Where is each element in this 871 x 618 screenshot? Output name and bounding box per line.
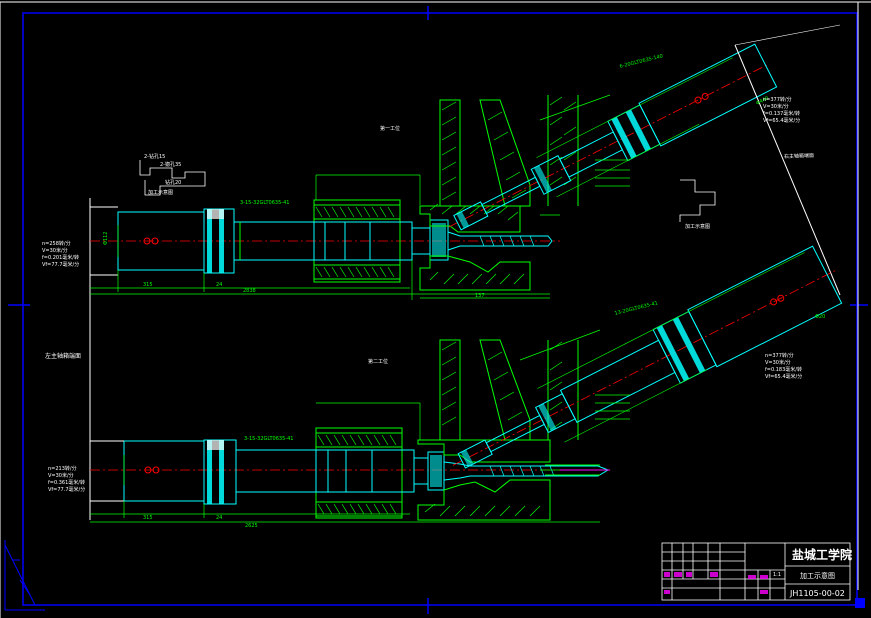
drawing-number: JH1105-00-02	[789, 589, 845, 598]
params-left-bottom-n: n=213转/分	[48, 465, 77, 472]
right-end-face-line	[734, 44, 841, 296]
dim-24-top: 24	[216, 282, 222, 288]
dim-2838: 2838	[243, 288, 256, 294]
params-right-bottom-v: V=30米/分	[765, 359, 791, 366]
spec-left-bottom: 3-15-32GLT0635-41	[244, 436, 293, 442]
op-box-right	[679, 179, 716, 222]
params-left-top-v: V=30米/分	[42, 247, 68, 254]
params-right-top-n: n=377转/分	[763, 96, 792, 103]
left-op-note-3: 钻孔20	[165, 179, 181, 186]
params-right-top-f: f=0.137毫米/转	[763, 110, 800, 117]
drawing-frame	[8, 6, 868, 614]
params-left-top-n: n=258转/分	[42, 240, 71, 247]
params-right-bottom-f: f=0.183毫米/转	[765, 366, 802, 373]
params-left-bottom-vf: Vf=77.7毫米/分	[48, 486, 85, 493]
dim-137: 137	[475, 293, 485, 299]
params-left-bottom-v: V=30米/分	[48, 472, 74, 479]
school-name: 盐城工学院	[792, 547, 852, 562]
drawing-scale: 1:1	[773, 572, 781, 578]
right-op-note: 加工示意图	[685, 223, 710, 230]
params-right-top-vf: Vf=65.4毫米/分	[763, 117, 800, 124]
drawing-name: 加工示意图	[800, 571, 835, 580]
spec-right-top: 6-20GLT0635-140	[619, 53, 664, 70]
left-op-note-1: 2-钻孔15	[144, 153, 165, 160]
right-end-face-label: 右主轴箱端面	[784, 152, 814, 160]
dim-315-bottom: 315	[143, 515, 153, 521]
right-end-face-line-2	[734, 24, 841, 46]
station-first-label: 第一工位	[380, 125, 400, 132]
params-right-bottom-n: n=377转/分	[765, 352, 794, 359]
spec-right-bottom: 13-20GLT0635-41	[614, 300, 659, 317]
cad-drawing-canvas: 第一工位 第二工位 左主轴箱端面 右主轴箱端面 3-15-32GLT0635-4…	[0, 1, 871, 618]
dim-24-bottom: 24	[216, 515, 222, 521]
station-second-label: 第二工位	[368, 358, 388, 365]
params-left-top-f: f=0.201毫米/转	[42, 254, 79, 261]
params-right-bottom-vf: Vf=65.4毫米/分	[765, 373, 802, 380]
params-right-top-v: V=30米/分	[763, 103, 789, 110]
bottom-left-spindle	[90, 427, 610, 519]
dim-20: Φ20	[815, 314, 825, 320]
dim-315-top: 315	[143, 282, 153, 288]
top-right-spindle	[448, 43, 778, 231]
left-op-note-2: 2-锪孔35	[160, 161, 181, 168]
spec-left-top: 3-15-32GLT0635-41	[240, 200, 289, 206]
bottom-workpiece	[417, 339, 600, 521]
frame-corner-mark	[855, 598, 865, 608]
params-left-bottom-f: f=0.361毫米/转	[48, 479, 85, 486]
ucs-icon	[4, 540, 45, 611]
dimension-lines	[90, 94, 630, 523]
dim-2625: 2625	[245, 523, 258, 529]
left-op-note-4: 加工示意图	[148, 189, 173, 196]
left-end-face-label: 左主轴箱端面	[45, 352, 81, 360]
params-left-top-vf: Vf=77.7毫米/分	[42, 261, 79, 268]
frame-edges	[0, 1, 871, 618]
top-workpiece	[419, 95, 579, 291]
dim-112: Φ112	[103, 232, 109, 245]
title-block-marks	[664, 572, 768, 594]
